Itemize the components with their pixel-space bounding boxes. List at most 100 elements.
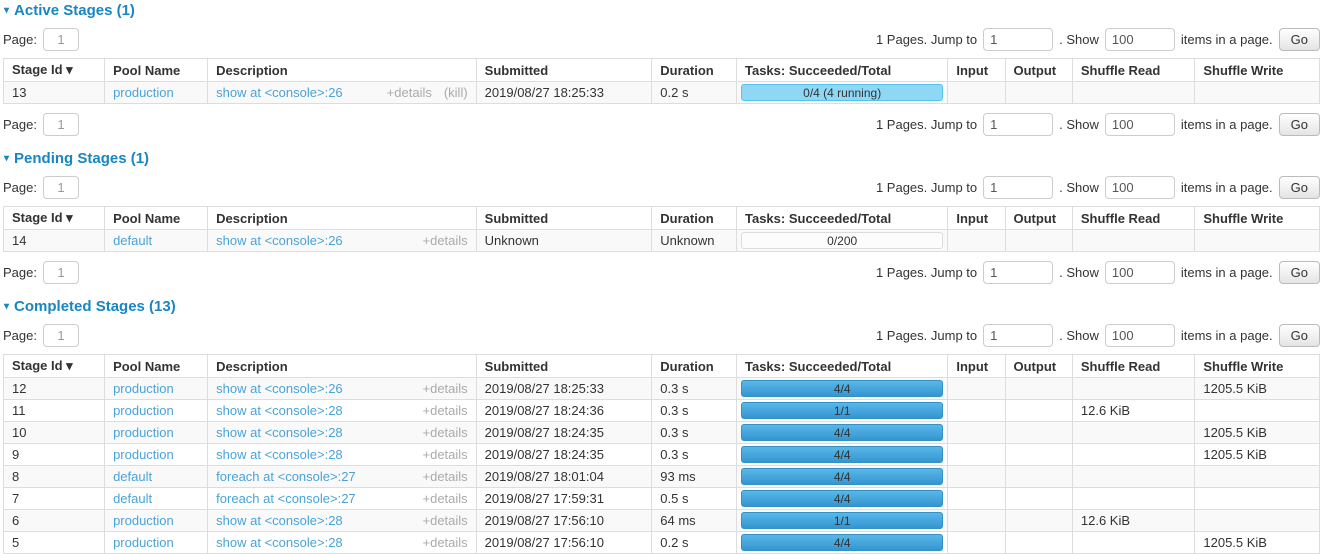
- column-header-input[interactable]: Input: [948, 207, 1005, 230]
- page-number-box[interactable]: 1: [43, 28, 79, 51]
- show-text: . Show: [1059, 328, 1099, 343]
- column-header-output[interactable]: Output: [1005, 59, 1072, 82]
- details-toggle[interactable]: +details: [423, 535, 468, 550]
- shuffle-read-cell: [1072, 230, 1195, 252]
- column-header-stage-id[interactable]: Stage Id ▾: [4, 59, 105, 82]
- shuffle-read-cell: [1072, 488, 1195, 510]
- column-header-submitted[interactable]: Submitted: [476, 207, 652, 230]
- pool-name-link[interactable]: production: [113, 403, 174, 418]
- details-toggle[interactable]: +details: [423, 403, 468, 418]
- details-toggle[interactable]: +details: [387, 85, 432, 100]
- stage-id-cell: 6: [4, 510, 105, 532]
- completed-stages-header[interactable]: ▾ Completed Stages (13): [4, 298, 1320, 315]
- column-header-duration[interactable]: Duration: [652, 355, 737, 378]
- items-per-page-input[interactable]: [1105, 28, 1175, 51]
- tasks-progress-label: 4/4: [834, 492, 851, 506]
- column-header-tasks-succeeded-total[interactable]: Tasks: Succeeded/Total: [737, 355, 948, 378]
- description-link[interactable]: foreach at <console>:27: [216, 491, 356, 506]
- pool-name-link[interactable]: production: [113, 85, 174, 100]
- column-header-tasks-succeeded-total[interactable]: Tasks: Succeeded/Total: [737, 59, 948, 82]
- tasks-cell: 0/200: [737, 230, 948, 252]
- details-toggle[interactable]: +details: [423, 513, 468, 528]
- items-per-page-input[interactable]: [1105, 261, 1175, 284]
- pool-name-cell: production: [105, 400, 208, 422]
- tasks-progress-bar: 4/4: [741, 468, 943, 485]
- column-header-duration[interactable]: Duration: [652, 59, 737, 82]
- column-header-pool-name[interactable]: Pool Name: [105, 207, 208, 230]
- column-header-shuffle-read[interactable]: Shuffle Read: [1072, 355, 1195, 378]
- description-link[interactable]: show at <console>:28: [216, 403, 342, 418]
- pool-name-link[interactable]: default: [113, 491, 152, 506]
- column-header-duration[interactable]: Duration: [652, 207, 737, 230]
- page-number-box[interactable]: 1: [43, 113, 79, 136]
- pool-name-link[interactable]: production: [113, 513, 174, 528]
- column-header-pool-name[interactable]: Pool Name: [105, 59, 208, 82]
- pool-name-link[interactable]: production: [113, 381, 174, 396]
- column-header-shuffle-write[interactable]: Shuffle Write: [1195, 355, 1320, 378]
- description-link[interactable]: show at <console>:26: [216, 381, 342, 396]
- details-toggle[interactable]: +details: [423, 447, 468, 462]
- column-header-description[interactable]: Description: [208, 207, 477, 230]
- description-link[interactable]: show at <console>:28: [216, 513, 342, 528]
- column-header-submitted[interactable]: Submitted: [476, 355, 652, 378]
- page-number-box[interactable]: 1: [43, 176, 79, 199]
- column-header-stage-id[interactable]: Stage Id ▾: [4, 355, 105, 378]
- column-header-output[interactable]: Output: [1005, 355, 1072, 378]
- pool-name-link[interactable]: default: [113, 233, 152, 248]
- go-button[interactable]: Go: [1279, 176, 1320, 199]
- details-toggle[interactable]: +details: [423, 381, 468, 396]
- submitted-cell: 2019/08/27 18:01:04: [476, 466, 652, 488]
- details-toggle[interactable]: +details: [423, 469, 468, 484]
- page-label: Page:: [3, 180, 37, 195]
- details-toggle[interactable]: +details: [423, 425, 468, 440]
- active-stages-header[interactable]: ▾ Active Stages (1): [4, 2, 1320, 19]
- details-toggle[interactable]: +details: [423, 233, 468, 248]
- column-header-tasks-succeeded-total[interactable]: Tasks: Succeeded/Total: [737, 207, 948, 230]
- column-header-input[interactable]: Input: [948, 355, 1005, 378]
- items-per-page-input[interactable]: [1105, 324, 1175, 347]
- pagination-bar: Page: 1 1 Pages. Jump to . Show items in…: [3, 176, 1320, 199]
- description-link[interactable]: show at <console>:26: [216, 85, 342, 100]
- description-link[interactable]: foreach at <console>:27: [216, 469, 356, 484]
- column-header-description[interactable]: Description: [208, 59, 477, 82]
- column-header-pool-name[interactable]: Pool Name: [105, 355, 208, 378]
- jump-to-page-input[interactable]: [983, 28, 1053, 51]
- column-header-submitted[interactable]: Submitted: [476, 59, 652, 82]
- description-link[interactable]: show at <console>:28: [216, 447, 342, 462]
- go-button[interactable]: Go: [1279, 261, 1320, 284]
- pool-name-link[interactable]: production: [113, 535, 174, 550]
- jump-to-page-input[interactable]: [983, 113, 1053, 136]
- pool-name-link[interactable]: default: [113, 469, 152, 484]
- go-button[interactable]: Go: [1279, 113, 1320, 136]
- column-header-output[interactable]: Output: [1005, 207, 1072, 230]
- page-number-box[interactable]: 1: [43, 261, 79, 284]
- description-link[interactable]: show at <console>:26: [216, 233, 342, 248]
- items-per-page-input[interactable]: [1105, 113, 1175, 136]
- jump-to-page-input[interactable]: [983, 261, 1053, 284]
- go-button[interactable]: Go: [1279, 28, 1320, 51]
- column-header-input[interactable]: Input: [948, 59, 1005, 82]
- go-button[interactable]: Go: [1279, 324, 1320, 347]
- pool-name-link[interactable]: production: [113, 447, 174, 462]
- pool-name-link[interactable]: production: [113, 425, 174, 440]
- items-per-page-input[interactable]: [1105, 176, 1175, 199]
- column-header-shuffle-write[interactable]: Shuffle Write: [1195, 59, 1320, 82]
- tasks-progress-label: 4/4: [834, 536, 851, 550]
- pending-stages-table: Stage Id ▾Pool NameDescriptionSubmittedD…: [3, 206, 1320, 252]
- output-cell: [1005, 422, 1072, 444]
- details-toggle[interactable]: +details: [423, 491, 468, 506]
- jump-to-page-input[interactable]: [983, 176, 1053, 199]
- column-header-shuffle-read[interactable]: Shuffle Read: [1072, 207, 1195, 230]
- description-link[interactable]: show at <console>:28: [216, 425, 342, 440]
- column-header-shuffle-write[interactable]: Shuffle Write: [1195, 207, 1320, 230]
- tasks-progress-bar: 4/4: [741, 380, 943, 397]
- column-header-description[interactable]: Description: [208, 355, 477, 378]
- column-header-shuffle-read[interactable]: Shuffle Read: [1072, 59, 1195, 82]
- pending-stages-header[interactable]: ▾ Pending Stages (1): [4, 150, 1320, 167]
- table-row: 9 production show at <console>:28 +detai…: [4, 444, 1320, 466]
- jump-to-page-input[interactable]: [983, 324, 1053, 347]
- kill-link[interactable]: (kill): [444, 85, 468, 100]
- description-link[interactable]: show at <console>:28: [216, 535, 342, 550]
- page-number-box[interactable]: 1: [43, 324, 79, 347]
- column-header-stage-id[interactable]: Stage Id ▾: [4, 207, 105, 230]
